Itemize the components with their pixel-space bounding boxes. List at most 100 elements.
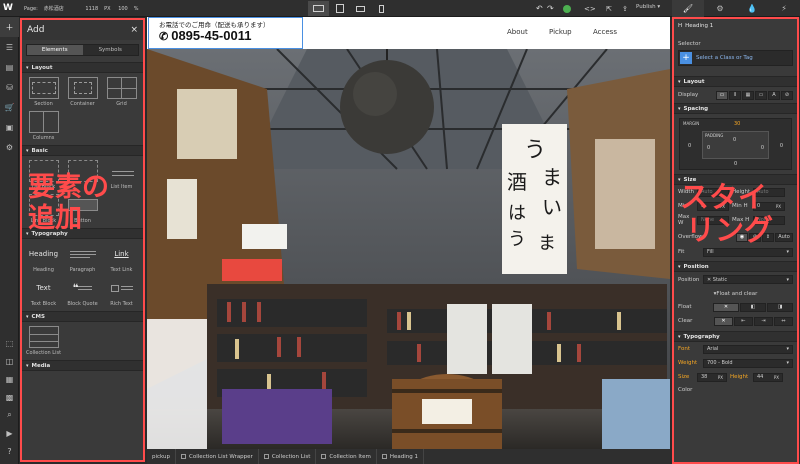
display-inline-block-icon[interactable]: ▭ (755, 90, 767, 100)
site-header[interactable]: お電話でのご用命（配送も承ります） ✆ 0895-45-0011 About Pi… (147, 17, 670, 49)
overflow-auto-button[interactable]: Auto (775, 232, 793, 242)
display-none-icon[interactable]: ⊘ (781, 90, 793, 100)
settings-icon[interactable]: ⚙ (0, 137, 19, 157)
weight-select[interactable]: 700 - Bold ▾ (703, 358, 793, 368)
display-block-icon[interactable]: ▭ (716, 90, 728, 100)
design-canvas[interactable]: お電話でのご用命（配送も承ります） ✆ 0895-45-0011 About Pi… (147, 17, 670, 449)
element-container[interactable]: Container (63, 77, 102, 107)
desktop-view-button[interactable] (308, 1, 329, 16)
element-section[interactable]: Section (24, 77, 63, 107)
add-class-icon[interactable]: + (680, 52, 692, 64)
spacing-box[interactable]: MARGIN 30 0 0 0 PADDING 0 0 0 (679, 118, 792, 170)
element-text-link[interactable]: Link Text Link (102, 243, 141, 273)
section-typography[interactable]: Typography (674, 331, 797, 342)
float-clear-toggle[interactable]: ▾ Float and clear (674, 287, 797, 300)
mode-icon[interactable]: ▩ (0, 388, 19, 406)
element-text-block[interactable]: Text Text Block (24, 277, 63, 307)
close-icon[interactable]: × (130, 25, 138, 35)
float-right-icon[interactable]: ◨ (767, 302, 793, 312)
add-panel: Add × Elements Symbols Layout Section Co… (20, 18, 145, 462)
nav-link-access[interactable]: Access (593, 28, 617, 36)
element-settings-icon[interactable]: ⚙ (704, 0, 736, 17)
publish-button[interactable]: Publish ▾ (636, 4, 660, 10)
interactions-icon[interactable]: ⚡ (768, 0, 800, 17)
breadcrumb-item[interactable]: Collection List (259, 449, 317, 464)
ecommerce-icon[interactable]: 🛒 (0, 97, 19, 117)
section-cms[interactable]: CMS (22, 311, 143, 322)
margin-left-value[interactable]: 0 (688, 143, 691, 149)
clear-none-icon[interactable]: ✕ (714, 316, 733, 326)
portrait-view-button[interactable] (371, 1, 392, 16)
selector-field[interactable]: + Select a Class or Tag (678, 50, 793, 66)
position-select[interactable]: ✕ Static ▾ (703, 275, 793, 284)
page-name[interactable]: 赤松酒店 (44, 6, 64, 12)
webflow-logo[interactable]: W (3, 3, 14, 14)
pages-icon[interactable]: ▤ (0, 57, 19, 77)
breadcrumb-item[interactable]: Heading 1 (377, 449, 425, 464)
fit-select[interactable]: Fill ▾ (703, 247, 793, 257)
display-flex-icon[interactable]: ⫴ (729, 90, 741, 100)
style-brush-icon[interactable]: 🖌 (672, 0, 704, 17)
section-layout[interactable]: Layout (22, 62, 143, 73)
float-none-icon[interactable]: ✕ (713, 302, 739, 312)
breadcrumb-item[interactable]: pickup (147, 449, 177, 464)
section-position[interactable]: Position (674, 261, 797, 272)
margin-right-value[interactable]: 0 (780, 143, 783, 149)
status-icon[interactable] (563, 2, 571, 15)
line-height-field[interactable]: 44 PX (753, 372, 783, 382)
line-height-label: Height (730, 374, 749, 380)
display-grid-icon[interactable]: ▦ (742, 90, 754, 100)
overlay-line-1: スタイ (680, 180, 768, 214)
padding-left-value[interactable]: 0 (707, 145, 710, 151)
clear-left-icon[interactable]: ⇤ (734, 316, 753, 326)
padding-right-value[interactable]: 0 (761, 145, 764, 151)
hero-photo[interactable]: う ま 酒 い は う ま (147, 49, 670, 449)
search-icon[interactable]: ⌕ (0, 406, 19, 424)
nav-link-about[interactable]: About (507, 28, 528, 36)
svg-text:ま: ま (538, 233, 556, 254)
preview-icon[interactable]: ◫ (0, 352, 19, 370)
clear-right-icon[interactable]: ⇥ (754, 316, 773, 326)
tab-symbols[interactable]: Symbols (83, 45, 139, 55)
element-block-quote[interactable]: ❝ Block Quote (63, 277, 102, 308)
padding-top-value[interactable]: 0 (733, 137, 736, 143)
breadcrumb-item[interactable]: Collection Item (316, 449, 377, 464)
element-heading[interactable]: Heading Heading (24, 243, 63, 273)
tab-elements[interactable]: Elements (27, 45, 83, 55)
element-rich-text[interactable]: Rich Text (102, 277, 141, 307)
element-columns[interactable]: Columns (24, 111, 63, 141)
code-icon[interactable]: <> (584, 2, 596, 15)
padding-box[interactable]: PADDING 0 0 0 (702, 131, 769, 159)
section-layout[interactable]: Layout (674, 76, 797, 87)
float-left-icon[interactable]: ◧ (740, 302, 766, 312)
element-paragraph[interactable]: Paragraph (63, 243, 102, 273)
display-inline-icon[interactable]: A (768, 90, 780, 100)
section-media[interactable]: Media (22, 360, 143, 371)
help-icon[interactable]: ? (0, 442, 19, 460)
redo-icon[interactable]: ↷ (547, 2, 554, 15)
section-basic[interactable]: Basic (22, 145, 143, 156)
undo-icon[interactable]: ↶ (536, 2, 543, 15)
video-icon[interactable]: ▶ (0, 424, 19, 442)
font-size-field[interactable]: 38 PX (697, 372, 727, 382)
landscape-view-button[interactable] (350, 1, 371, 16)
share-icon[interactable]: ⇪ (622, 2, 628, 15)
breadcrumb-item[interactable]: Collection List Wrapper (176, 449, 259, 464)
font-select[interactable]: Arial ▾ (703, 344, 793, 354)
style-manager-icon[interactable]: 💧 (736, 0, 768, 17)
grid-icon[interactable]: ▦ (0, 370, 19, 388)
element-grid[interactable]: Grid (102, 77, 141, 107)
clear-both-icon[interactable]: ⇔ (774, 316, 793, 326)
section-spacing[interactable]: Spacing (674, 103, 797, 114)
navigator-icon[interactable]: ☰ (0, 37, 19, 57)
select-icon[interactable]: ⬚ (0, 334, 19, 352)
add-icon[interactable]: ＋ (0, 17, 19, 37)
cms-icon[interactable]: ⛁ (0, 77, 19, 97)
margin-top-value[interactable]: 30 (734, 121, 740, 127)
margin-bottom-value[interactable]: 0 (734, 161, 737, 167)
export-icon[interactable]: ⇱ (606, 2, 612, 15)
nav-link-pickup[interactable]: Pickup (549, 28, 572, 36)
assets-icon[interactable]: ▣ (0, 117, 19, 137)
element-collection-list[interactable]: Collection List (24, 326, 63, 356)
tablet-view-button[interactable] (329, 1, 350, 16)
